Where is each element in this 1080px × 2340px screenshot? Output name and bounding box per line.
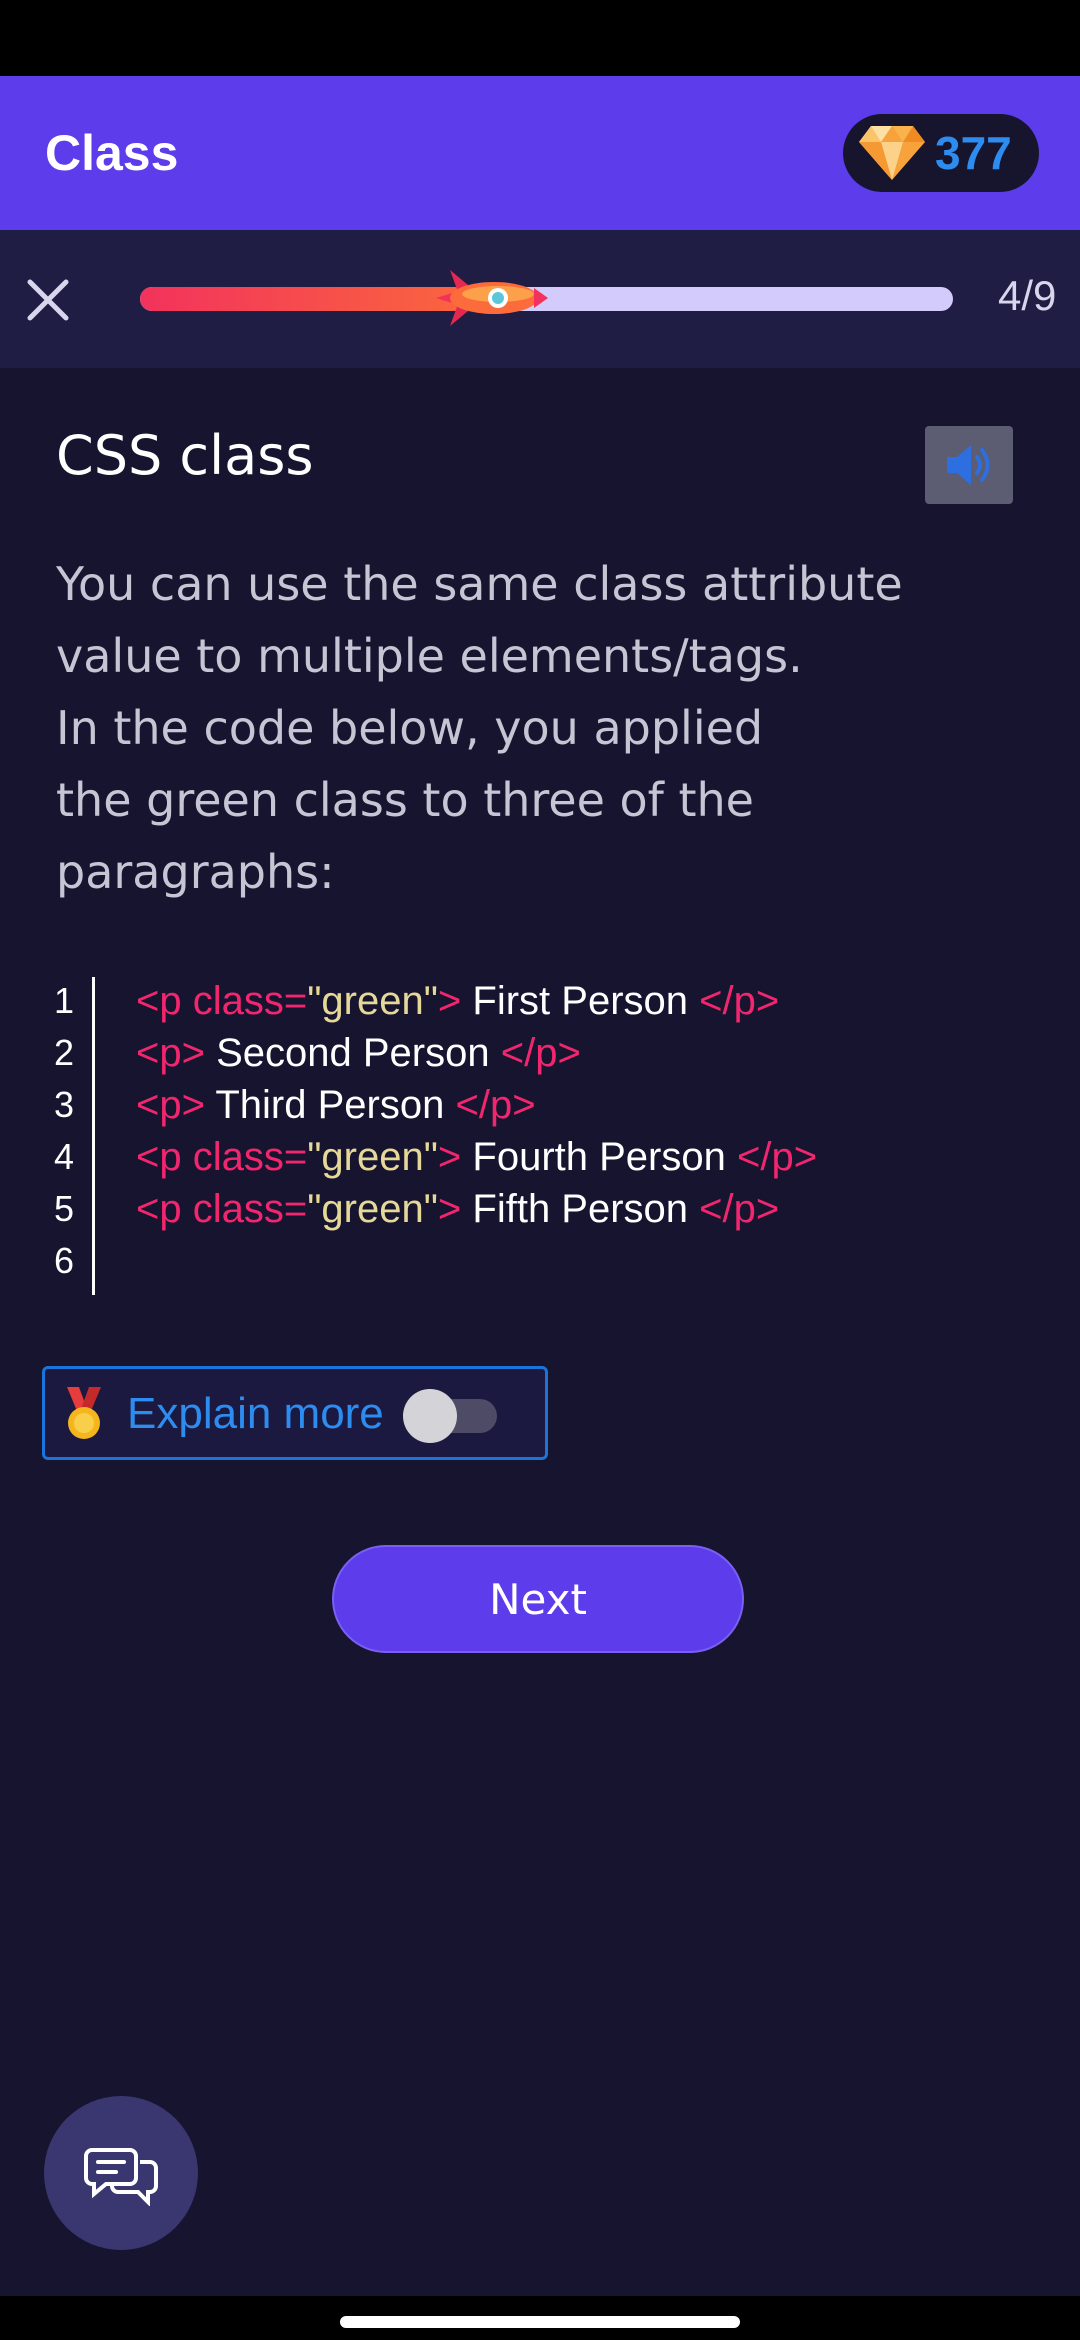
lesson-title: CSS class [56,424,314,487]
home-indicator[interactable] [340,2316,740,2328]
code-line: 6 [54,1235,1054,1287]
chat-bubbles-icon [84,2148,158,2206]
diamond-icon [859,126,925,180]
close-icon[interactable] [22,274,74,326]
code-token: Fifth Person [461,1187,700,1231]
rocket-icon [435,270,548,326]
chat-button[interactable] [44,2096,198,2250]
line-number: 3 [54,1084,75,1125]
code-token: Fourth Person [461,1135,737,1179]
line-number: 4 [54,1136,75,1177]
page-title: Class [45,125,179,181]
code-token: > [437,1135,462,1179]
code-token: <p> [136,1083,205,1127]
code-token: </p> [500,1031,581,1075]
line-number: 2 [54,1032,75,1073]
audio-button[interactable] [925,426,1013,504]
code-token: "green" [307,979,438,1023]
line-code: <p class="green"> Fourth Person </p> [136,1131,817,1183]
code-line: 2 <p> Second Person </p> [54,1027,1054,1079]
code-block: 1 <p class="green"> First Person </p> 2 <p>… [54,975,1054,1295]
code-token: </p> [699,1187,780,1231]
progress-counter: 4/9 [998,272,1057,319]
code-token: <p> [136,1031,205,1075]
line-number: 5 [54,1188,75,1229]
next-button[interactable]: Next [332,1545,744,1653]
code-token: </p> [736,1135,818,1179]
code-line: 3 <p> Third Person </p> [54,1079,1054,1131]
speaker-icon [947,445,990,485]
code-token: <p class= [136,979,308,1023]
code-token: <p class= [136,1135,308,1179]
code-line: 5 <p class="green"> Fifth Person </p> [54,1183,1054,1235]
explain-more-label: Explain more [127,1389,384,1438]
code-token: </p> [699,979,780,1023]
status-bar [0,0,1080,76]
progress-row: 4/9 [0,230,1080,368]
line-code: <p> Third Person </p> [136,1079,536,1131]
line-code: <p class="green"> First Person </p> [136,975,779,1027]
gem-counter[interactable]: 377 [843,114,1039,192]
code-token: > [437,1187,462,1231]
line-number: 1 [54,980,75,1021]
code-line: 1 <p class="green"> First Person </p> [54,975,1054,1027]
gem-count: 377 [935,127,1012,179]
code-line: 4 <p class="green"> Fourth Person </p> [54,1131,1054,1183]
explain-more-toggle[interactable]: Explain more [42,1366,548,1460]
code-token: > [437,979,462,1023]
line-code: <p class="green"> Fifth Person </p> [136,1183,779,1235]
line-number: 6 [54,1240,75,1281]
code-token: </p> [455,1083,536,1127]
code-token: Third Person [204,1083,456,1127]
toggle-knob[interactable] [403,1389,457,1443]
lesson-body: You can use the same class attribute val… [56,557,903,899]
medal-icon [67,1387,101,1439]
code-token: "green" [307,1135,438,1179]
line-code: <p> Second Person </p> [136,1027,581,1079]
code-token: First Person [461,979,700,1023]
code-token: "green" [307,1187,438,1231]
code-token: <p class= [136,1187,308,1231]
code-token: Second Person [204,1031,501,1075]
app-header: Class 377 [0,76,1080,230]
